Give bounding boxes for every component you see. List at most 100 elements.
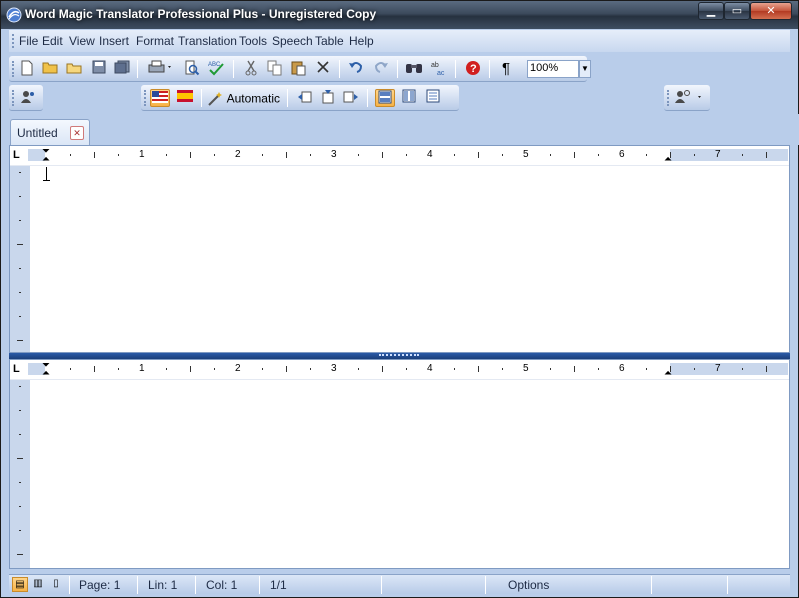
ruler-half-tick [94, 152, 95, 158]
menu-translation[interactable]: Translation [178, 34, 237, 48]
menu-bar: File Edit View Insert Format Translation… [9, 30, 790, 52]
zoom-input[interactable]: 100% [527, 60, 579, 78]
maximize-button[interactable]: ▭ [724, 2, 750, 20]
print-button[interactable] [146, 60, 176, 78]
save-button[interactable] [89, 60, 109, 78]
ruler-quarter-dot [166, 368, 167, 370]
menu-help[interactable]: Help [349, 34, 374, 48]
replace-icon: abac [431, 62, 445, 77]
title-bar[interactable]: Word Magic Translator Professional Plus … [1, 1, 798, 29]
menu-file[interactable]: File [19, 34, 38, 48]
menu-tools[interactable]: Tools [239, 34, 267, 48]
speech-dropdown-button[interactable] [672, 89, 706, 107]
view-split-button[interactable]: ▥ [30, 577, 46, 592]
status-separator [137, 576, 138, 594]
ruler-number: 3 [331, 149, 337, 160]
menu-speech[interactable]: Speech [272, 34, 313, 48]
toolbar-grip[interactable] [667, 90, 670, 106]
ruler-half-tick [574, 152, 575, 158]
menu-edit[interactable]: Edit [42, 34, 63, 48]
save-all-button[interactable] [112, 60, 132, 78]
toolbar-separator [339, 60, 340, 78]
user-gear-icon [21, 91, 34, 103]
undo-button[interactable] [346, 60, 366, 78]
user-settings-button[interactable] [18, 89, 38, 107]
source-editor[interactable] [30, 166, 789, 352]
zoom-dropdown-button[interactable]: ▼ [579, 60, 591, 78]
redo-button[interactable] [371, 60, 391, 78]
status-separator [727, 576, 728, 594]
print-preview-button[interactable] [182, 60, 202, 78]
document-down-icon [322, 90, 334, 104]
document-icon: ▯ [53, 578, 59, 589]
toolbar-grip[interactable] [12, 61, 15, 77]
new-document-button[interactable] [17, 60, 37, 78]
ruler-number: 6 [619, 363, 625, 374]
ruler-half-tick [286, 366, 287, 372]
find-button[interactable] [404, 60, 424, 78]
ruler-number: 2 [235, 363, 241, 374]
status-page: Page: 1 [79, 578, 121, 592]
save-all-icon [114, 60, 130, 74]
delete-button[interactable] [313, 60, 333, 78]
layout-vertical-button[interactable] [399, 89, 419, 107]
menu-table[interactable]: Table [315, 34, 344, 48]
translate-previous-button[interactable] [295, 89, 315, 107]
menu-format[interactable]: Format [136, 34, 174, 48]
source-pane: L ⏷ ⏶ ⏶ 1234567 [9, 145, 790, 353]
left-indent-marker[interactable]: ⏶ [42, 369, 50, 379]
ruler-quarter-dot [646, 154, 647, 156]
translate-next-button[interactable] [341, 89, 361, 107]
spanish-english-button[interactable] [175, 89, 195, 107]
options-button[interactable]: Options [508, 578, 549, 592]
toolbar-grip[interactable] [12, 90, 15, 106]
ruler-quarter-dot [454, 154, 455, 156]
open-folder-button[interactable] [40, 60, 60, 78]
ruler-number: 6 [619, 149, 625, 160]
ruler-half-tick [190, 152, 191, 158]
layout-horizontal-button[interactable] [375, 89, 395, 107]
app-window: Word Magic Translator Professional Plus … [0, 0, 799, 598]
english-spanish-button[interactable] [150, 89, 170, 107]
vertical-ruler [10, 166, 30, 352]
show-formatting-button[interactable]: ¶ [496, 60, 516, 78]
replace-button[interactable]: ab ac [429, 60, 449, 78]
menubar-grip[interactable] [12, 34, 15, 48]
ruler-half-tick [382, 152, 383, 158]
translation-editor[interactable] [30, 380, 789, 568]
ruler-quarter-dot [406, 154, 407, 156]
tab-stop-selector[interactable]: L [13, 149, 25, 161]
toolbar-grip[interactable] [144, 90, 147, 106]
automatic-translation-button[interactable]: Automatic [207, 89, 281, 107]
open-recent-button[interactable] [64, 60, 84, 78]
horizontal-ruler[interactable]: L ⏷ ⏶ ⏶ 1234567 [10, 360, 789, 380]
tab-stop-selector[interactable]: L [13, 363, 25, 375]
close-window-button[interactable]: ✕ [750, 2, 792, 20]
menu-view[interactable]: View [69, 34, 95, 48]
copy-icon [267, 60, 282, 76]
horizontal-ruler[interactable]: L ⏷ ⏶ ⏶ 1234567 [10, 146, 789, 166]
spell-check-button[interactable]: ABC [206, 60, 226, 78]
ruler-quarter-dot [358, 368, 359, 370]
view-document-button[interactable]: ▯ [48, 577, 64, 592]
translation-toolbar: Automatic [141, 85, 459, 111]
layout-single-button[interactable] [423, 89, 443, 107]
tab-untitled[interactable]: Untitled ✕ [10, 119, 90, 145]
two-pane-icon: ▥ [33, 578, 43, 589]
ruler-quarter-dot [550, 154, 551, 156]
left-indent-marker[interactable]: ⏶ [42, 155, 50, 165]
menu-insert[interactable]: Insert [99, 34, 129, 48]
translate-current-button[interactable] [318, 89, 338, 107]
minimize-button[interactable]: ▁ [698, 2, 724, 20]
view-normal-button[interactable]: ▤ [12, 577, 28, 592]
paste-button[interactable] [289, 60, 309, 78]
help-button[interactable]: ? [463, 60, 483, 78]
copy-button[interactable] [265, 60, 285, 78]
speaking-person-icon [675, 90, 701, 103]
ruler-quarter-dot [118, 368, 119, 370]
splitter-grip[interactable] [379, 354, 419, 357]
cut-button[interactable] [241, 60, 261, 78]
ruler-half-tick [478, 366, 479, 372]
ruler-quarter-dot [118, 154, 119, 156]
tab-close-button[interactable]: ✕ [70, 126, 84, 140]
